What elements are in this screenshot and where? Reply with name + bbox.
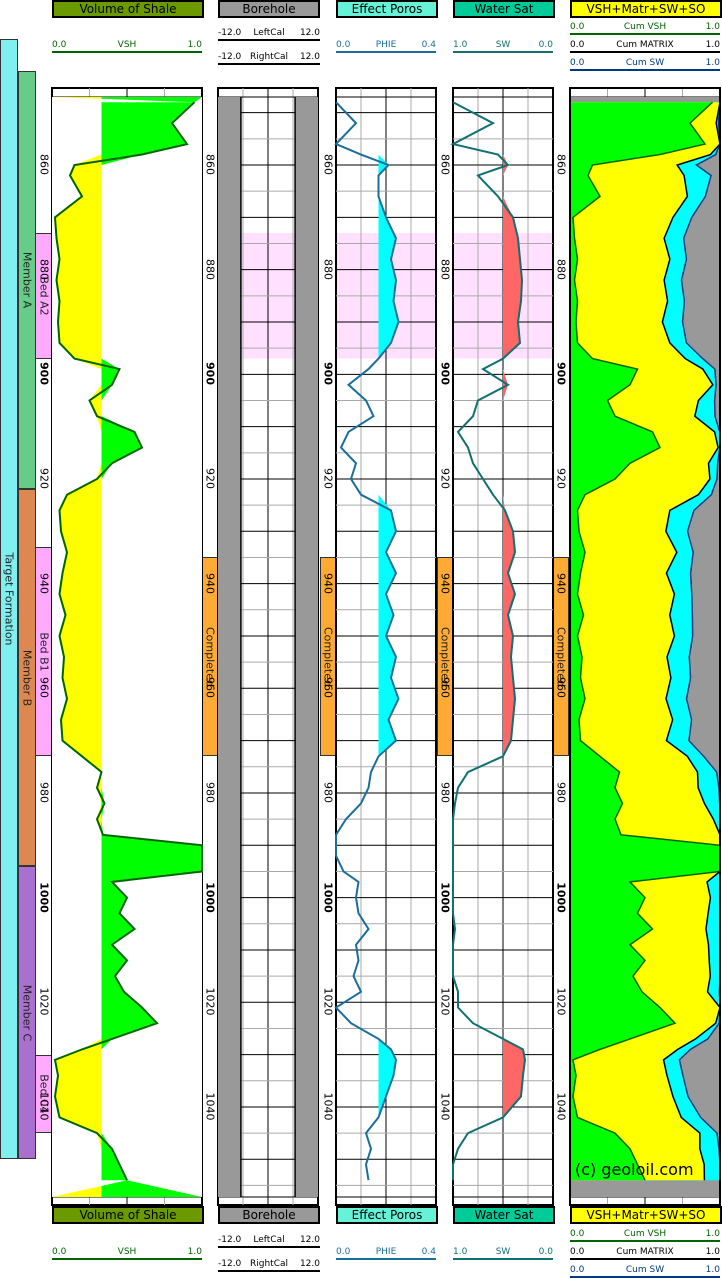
depth-label: 860 bbox=[203, 154, 217, 175]
depth-label: 1000 bbox=[321, 881, 335, 913]
cumvsh-max-b: 1.0 bbox=[705, 1229, 720, 1239]
depth-label: 1020 bbox=[554, 987, 568, 1016]
depth-label: 940 bbox=[438, 572, 452, 594]
borehole-right-wall bbox=[295, 97, 318, 1197]
vsh-track-footer: Volume of Shale bbox=[52, 1206, 204, 1224]
depth-label: 1000 bbox=[438, 881, 452, 913]
depth-label: 1000 bbox=[37, 881, 51, 913]
depth-label: 920 bbox=[37, 467, 51, 489]
depth-label: 920 bbox=[321, 467, 335, 489]
cummatrix-name-b: Cum MATRIX bbox=[616, 1247, 674, 1257]
depth-label: 900 bbox=[203, 362, 217, 386]
sw-track-footer: Water Sat bbox=[453, 1206, 555, 1224]
depth-label: 1020 bbox=[203, 987, 217, 1016]
depth-label: 1000 bbox=[554, 881, 568, 913]
depth-label: 1020 bbox=[321, 987, 335, 1016]
cummatrix-scale-bottom: 0.0 Cum MATRIX 1.0 bbox=[570, 1246, 720, 1260]
depth-label: 1040 bbox=[321, 1092, 335, 1121]
depth-label: 900 bbox=[37, 362, 51, 386]
depth-label: 920 bbox=[554, 467, 568, 489]
depth-label: 1040 bbox=[203, 1092, 217, 1121]
depth-label: 900 bbox=[321, 362, 335, 386]
depth-label: 1040 bbox=[37, 1092, 51, 1121]
depth-label: 880 bbox=[37, 258, 51, 280]
depth-label: 960 bbox=[321, 677, 335, 699]
leftcal-scale-bottom: -12.0 LeftCal 12.0 bbox=[218, 1234, 320, 1248]
cum-track-footer: VSH+Matr+SW+SO bbox=[570, 1206, 722, 1224]
leftcal-max-b: 12.0 bbox=[299, 1235, 320, 1245]
phie-track-footer: Effect Poros bbox=[336, 1206, 438, 1224]
rightcal-scale-bottom: -12.0 RightCal 12.0 bbox=[218, 1258, 320, 1272]
phie-max-b: 0.4 bbox=[421, 1247, 436, 1257]
depth-label: 900 bbox=[554, 362, 568, 386]
depth-label: 960 bbox=[203, 677, 217, 699]
phie-scale-bottom: 0.0 PHIE 0.4 bbox=[336, 1246, 436, 1260]
depth-label: 980 bbox=[554, 781, 568, 803]
cummatrix-max-b: 1.0 bbox=[705, 1247, 720, 1257]
depth-label: 1020 bbox=[37, 987, 51, 1016]
vsh-max-b: 1.0 bbox=[187, 1247, 202, 1257]
depth-label: 980 bbox=[321, 781, 335, 803]
depth-label: 900 bbox=[438, 362, 452, 386]
rightcal-max-b: 12.0 bbox=[299, 1259, 320, 1269]
cumvsh-scale-bottom: 0.0 Cum VSH 1.0 bbox=[570, 1228, 720, 1242]
depth-label: 940 bbox=[203, 572, 217, 594]
depth-label: 860 bbox=[438, 154, 452, 175]
vsh-scale-bottom: 0.0 VSH 1.0 bbox=[52, 1246, 202, 1260]
borehole-left-wall bbox=[218, 97, 241, 1197]
depth-label: 920 bbox=[438, 467, 452, 489]
copyright: (c) geoloil.com bbox=[575, 1160, 694, 1179]
cumsw-scale-bottom: 0.0 Cum SW 1.0 bbox=[570, 1264, 720, 1278]
depth-label: 1040 bbox=[438, 1092, 452, 1121]
cumvsh-name-b: Cum VSH bbox=[623, 1229, 667, 1239]
depth-label: 1020 bbox=[438, 987, 452, 1016]
depth-label: 940 bbox=[37, 572, 51, 594]
vsh-name-b: VSH bbox=[117, 1247, 137, 1257]
depth-label: 980 bbox=[438, 781, 452, 803]
cumsw-name-b: Cum SW bbox=[625, 1265, 665, 1275]
depth-label: 860 bbox=[321, 154, 335, 175]
depth-label: 860 bbox=[37, 154, 51, 175]
depth-label: 880 bbox=[203, 258, 217, 280]
depth-label: 880 bbox=[321, 258, 335, 280]
sw-max-b: 0.0 bbox=[538, 1247, 553, 1257]
depth-label: 960 bbox=[438, 677, 452, 699]
depth-label: 880 bbox=[554, 258, 568, 280]
depth-label: 960 bbox=[37, 677, 51, 699]
log-plot bbox=[51, 87, 721, 1206]
depth-label: 980 bbox=[203, 781, 217, 803]
depth-label: 1040 bbox=[554, 1092, 568, 1121]
cumsw-max-b: 1.0 bbox=[705, 1265, 720, 1275]
depth-label: 920 bbox=[203, 467, 217, 489]
depth-label: 860 bbox=[554, 154, 568, 175]
depth-label: 940 bbox=[321, 572, 335, 594]
depth-label: 940 bbox=[554, 572, 568, 594]
depth-label: 980 bbox=[37, 781, 51, 803]
depth-label: 960 bbox=[554, 677, 568, 699]
depth-label: 880 bbox=[438, 258, 452, 280]
sw-scale-bottom: 1.0 SW 0.0 bbox=[453, 1246, 553, 1260]
depth-label: 1000 bbox=[203, 881, 217, 913]
borehole-track-footer: Borehole bbox=[218, 1206, 320, 1224]
